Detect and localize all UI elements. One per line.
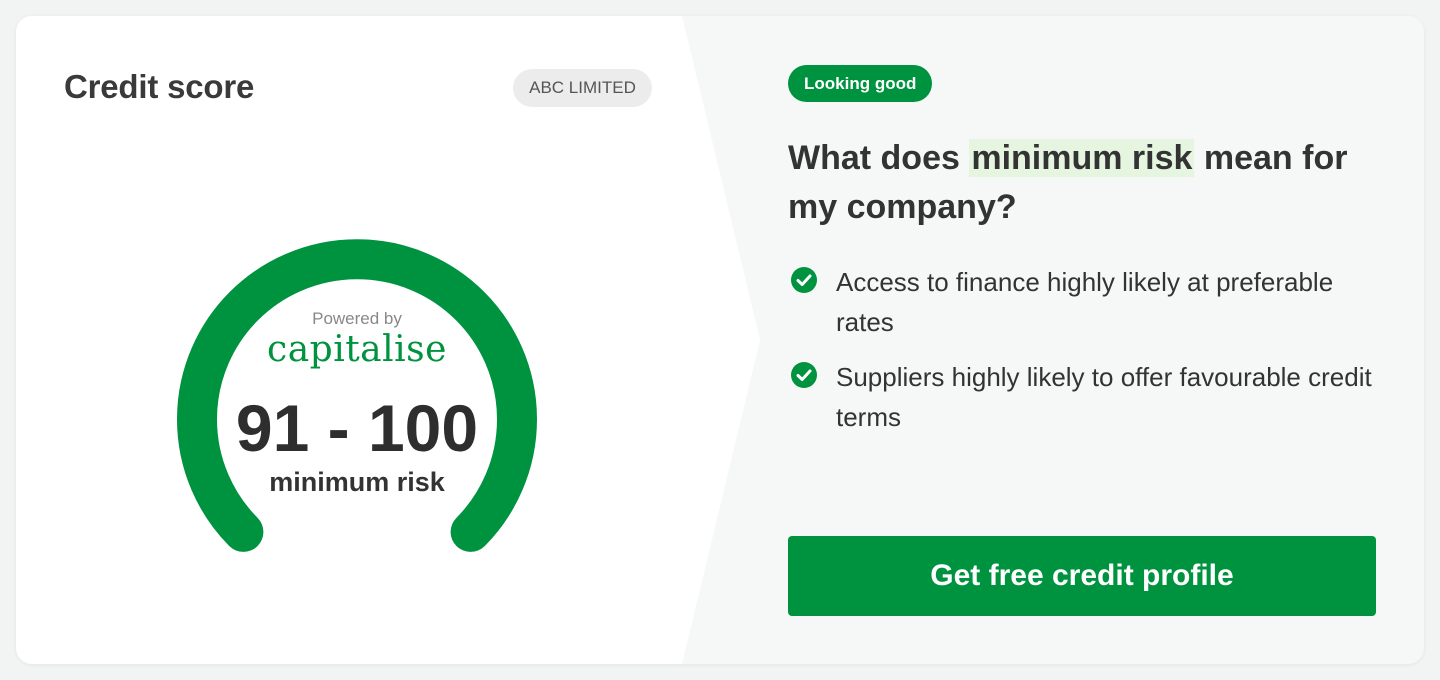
question-prefix: What does [788, 139, 970, 177]
question-highlight: minimum risk [969, 139, 1195, 177]
risk-level-label: minimum risk [269, 467, 445, 497]
brand-logo: capitalise [267, 329, 447, 370]
benefits-list: Access to finance highly likely at prefe… [788, 262, 1388, 452]
check-circle-icon [791, 267, 817, 293]
get-credit-profile-button[interactable]: Get free credit profile [788, 536, 1376, 616]
check-circle-icon [791, 362, 817, 388]
benefit-text: Access to finance highly likely at prefe… [836, 267, 1334, 337]
page-title: Credit score [64, 68, 255, 105]
status-badge: Looking good [788, 65, 933, 102]
powered-by-label: Powered by [312, 309, 402, 328]
benefit-text: Suppliers highly likely to offer favoura… [836, 362, 1372, 432]
benefit-item: Access to finance highly likely at prefe… [788, 262, 1388, 342]
credit-score-card: Credit score ABC LIMITED Powered by capi… [16, 16, 1424, 664]
risk-question-heading: What does minimum risk mean for my compa… [788, 134, 1388, 232]
score-panel: Credit score ABC LIMITED Powered by capi… [16, 16, 776, 664]
company-badge: ABC LIMITED [513, 69, 652, 107]
score-range: 91 - 100 [235, 391, 479, 465]
benefit-item: Suppliers highly likely to offer favoura… [788, 357, 1388, 437]
